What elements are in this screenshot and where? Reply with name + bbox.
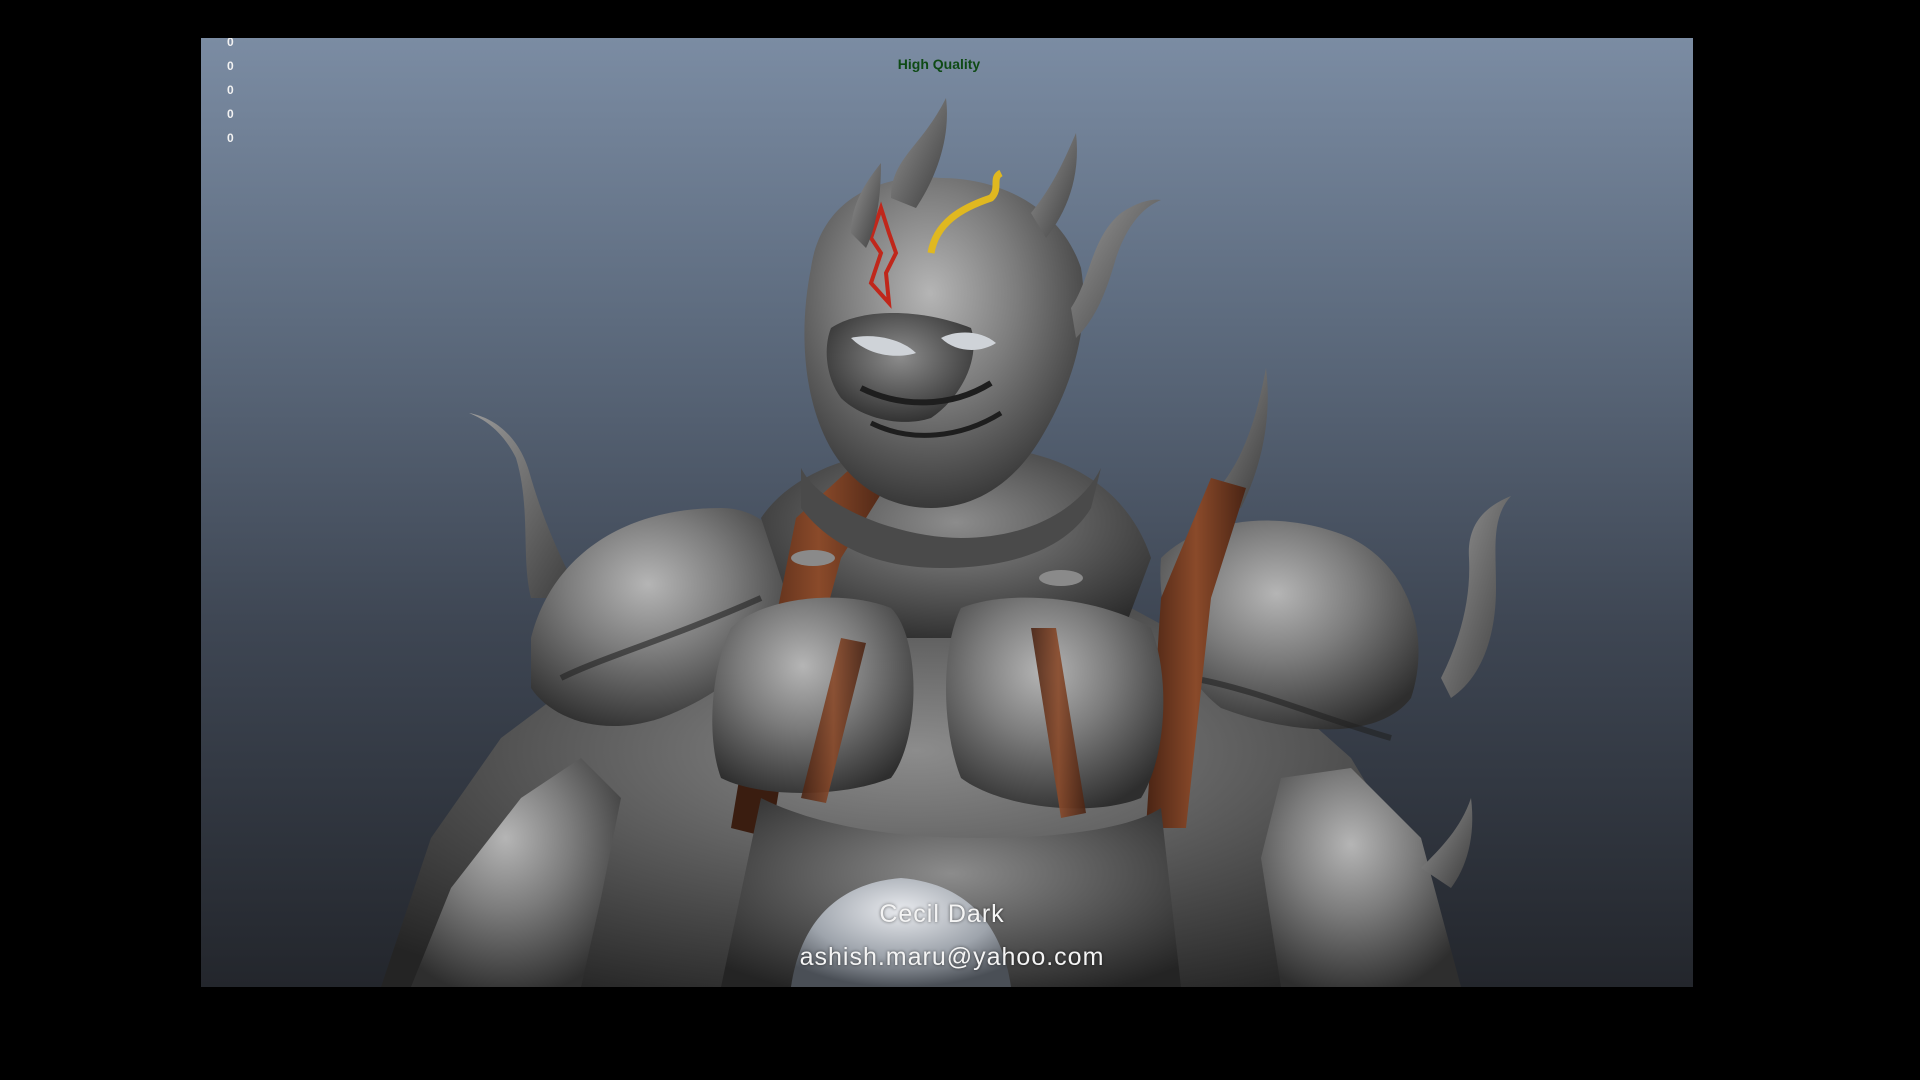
hud-counter-value: 0	[227, 107, 234, 121]
hud-counter-list: 0 0 0 0 0	[227, 38, 234, 146]
armored-character-render	[381, 98, 1511, 987]
render-quality-label: High Quality	[897, 56, 981, 72]
hud-counter-value: 0	[227, 131, 234, 145]
hud-counter-value: 0	[227, 83, 234, 97]
hud-counter-value: 0	[227, 38, 234, 49]
caption-email: ashish.maru@yahoo.com	[799, 943, 1105, 971]
render-viewport[interactable]: 0 0 0 0 0 High Quality Cecil Dark ashish…	[201, 38, 1693, 987]
screen: 0 0 0 0 0 High Quality Cecil Dark ashish…	[0, 0, 1920, 1080]
caption-title: Cecil Dark	[879, 900, 1005, 928]
